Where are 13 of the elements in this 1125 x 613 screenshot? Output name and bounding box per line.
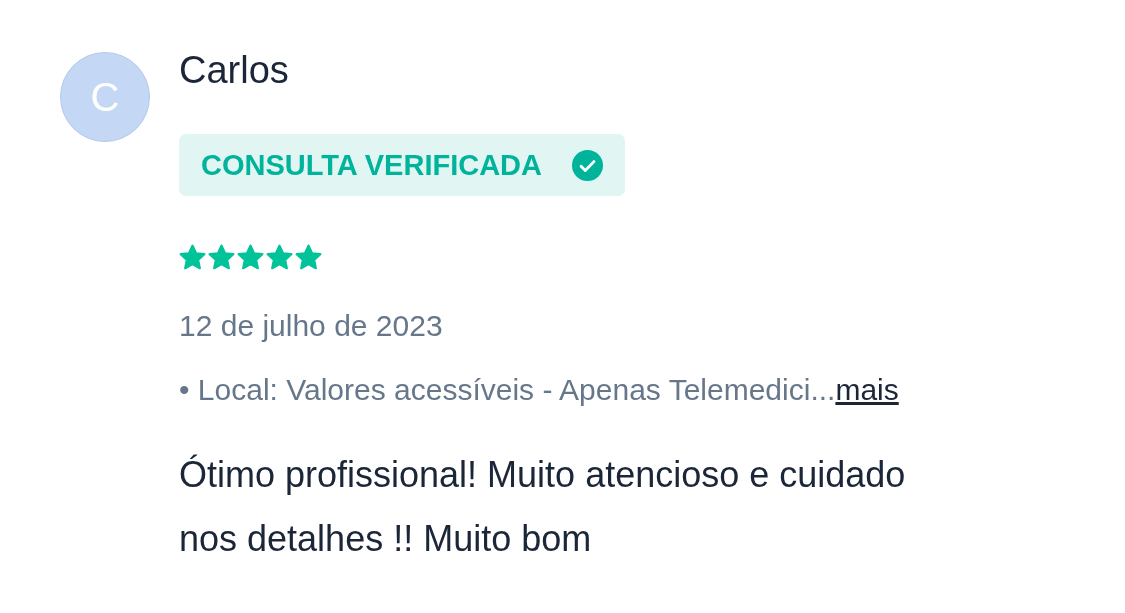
author-name: Carlos — [179, 50, 289, 90]
star-icon — [295, 244, 322, 271]
verified-label: CONSULTA VERIFICADA — [201, 148, 542, 182]
avatar: C — [60, 52, 150, 142]
star-icon — [179, 244, 206, 271]
more-link[interactable]: mais — [835, 373, 899, 406]
star-icon — [237, 244, 264, 271]
location-line: • Local: Valores acessíveis - Apenas Telemedici...mais — [179, 373, 899, 407]
check-icon — [572, 149, 603, 181]
review-text: Ótimo profissional! Muito atencioso e cuidado nos detalhes !! Muito bom — [179, 453, 907, 561]
star-icon — [266, 244, 293, 271]
review-date: 12 de julho de 2023 — [179, 309, 443, 343]
star-icon — [208, 244, 235, 271]
